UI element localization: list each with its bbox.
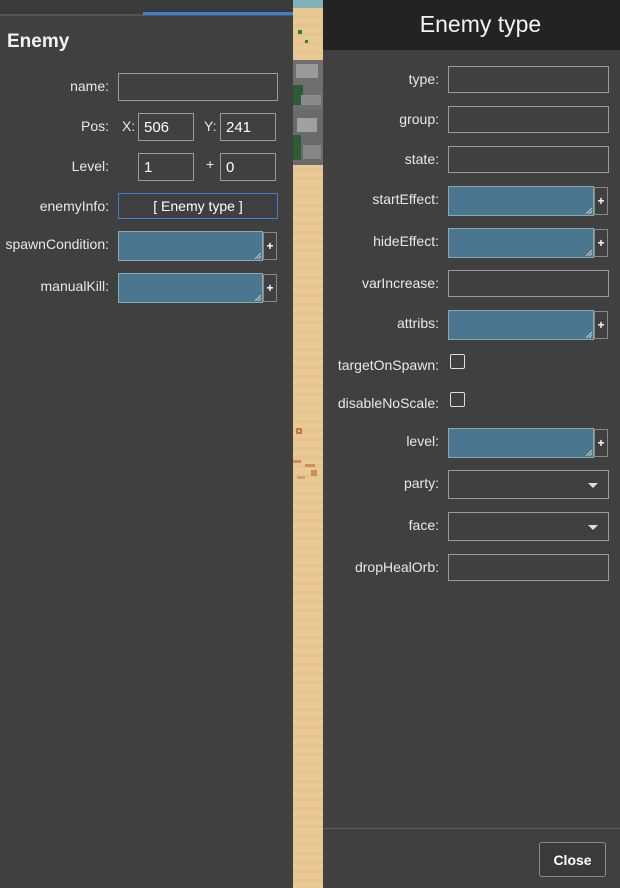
enemy-type-dialog: Enemy type type: group: state: startEffe… (323, 0, 620, 888)
spawn-condition-add-button[interactable]: + (263, 232, 277, 260)
face-label: face: (408, 517, 439, 533)
name-input[interactable] (118, 73, 278, 101)
panel-title: Enemy (7, 31, 70, 52)
level-input[interactable] (138, 153, 194, 181)
start-effect-textarea[interactable] (448, 186, 594, 216)
target-on-spawn-label: targetOnSpawn: (337, 357, 439, 373)
level-textarea[interactable] (448, 428, 594, 458)
spawn-condition-textarea[interactable] (118, 231, 263, 261)
dialog-title: Enemy type (419, 11, 542, 37)
level-plus-label: + (206, 156, 215, 172)
map-rocks-image (293, 0, 323, 165)
hide-effect-textarea[interactable] (448, 228, 594, 258)
drop-heal-orb-input[interactable] (448, 554, 609, 581)
manual-kill-add-button[interactable]: + (263, 274, 277, 302)
group-label: group: (399, 111, 439, 127)
pos-x-input[interactable] (138, 113, 194, 141)
name-label: name: (70, 78, 109, 94)
var-increase-input[interactable] (448, 270, 609, 297)
drop-heal-orb-label: dropHealOrb: (354, 559, 439, 575)
attribs-label: attribs: (396, 315, 439, 331)
enemy-info-label: enemyInfo: (39, 198, 109, 214)
close-button[interactable]: Close (539, 842, 606, 877)
pos-x-label: X: (122, 118, 136, 134)
state-input[interactable] (448, 146, 609, 173)
party-select[interactable] (448, 470, 609, 499)
pos-y-input[interactable] (220, 113, 276, 141)
hide-effect-add-button[interactable]: + (594, 229, 608, 257)
disable-no-scale-checkbox[interactable] (450, 392, 465, 407)
group-input[interactable] (448, 106, 609, 133)
type-input[interactable] (448, 66, 609, 93)
disable-no-scale-label: disableNoScale: (337, 395, 439, 411)
spawn-condition-label: spawnCondition: (5, 236, 109, 252)
target-on-spawn-checkbox[interactable] (450, 354, 465, 369)
pos-y-label: Y: (204, 118, 217, 134)
chevron-down-icon (588, 483, 598, 488)
manual-kill-textarea[interactable] (118, 273, 263, 303)
state-label: state: (404, 151, 439, 167)
attribs-textarea[interactable] (448, 310, 594, 340)
hide-effect-label: hideEffect: (373, 233, 439, 249)
dialog-footer-divider (323, 828, 620, 829)
start-effect-add-button[interactable]: + (594, 187, 608, 215)
map-ground-marks (293, 428, 317, 479)
manual-kill-label: manualKill: (40, 278, 109, 294)
face-select[interactable] (448, 512, 609, 541)
chevron-down-icon (588, 525, 598, 530)
dialog-level-label: level: (406, 433, 439, 449)
pos-label: Pos: (80, 118, 109, 134)
start-effect-label: startEffect: (372, 191, 439, 207)
active-tab-indicator[interactable] (143, 12, 293, 15)
type-label: type: (408, 71, 439, 87)
attribs-add-button[interactable]: + (594, 311, 608, 339)
level-label: Level: (71, 158, 109, 174)
enemy-type-button[interactable]: [ Enemy type ] (118, 193, 278, 219)
party-label: party: (403, 475, 439, 491)
level-offset-input[interactable] (220, 153, 276, 181)
enemy-properties-panel: Enemy name: Pos: X: Y: Level: + enemyInf… (0, 0, 293, 888)
level-add-button[interactable]: + (594, 429, 608, 457)
var-increase-label: varIncrease: (361, 275, 439, 291)
